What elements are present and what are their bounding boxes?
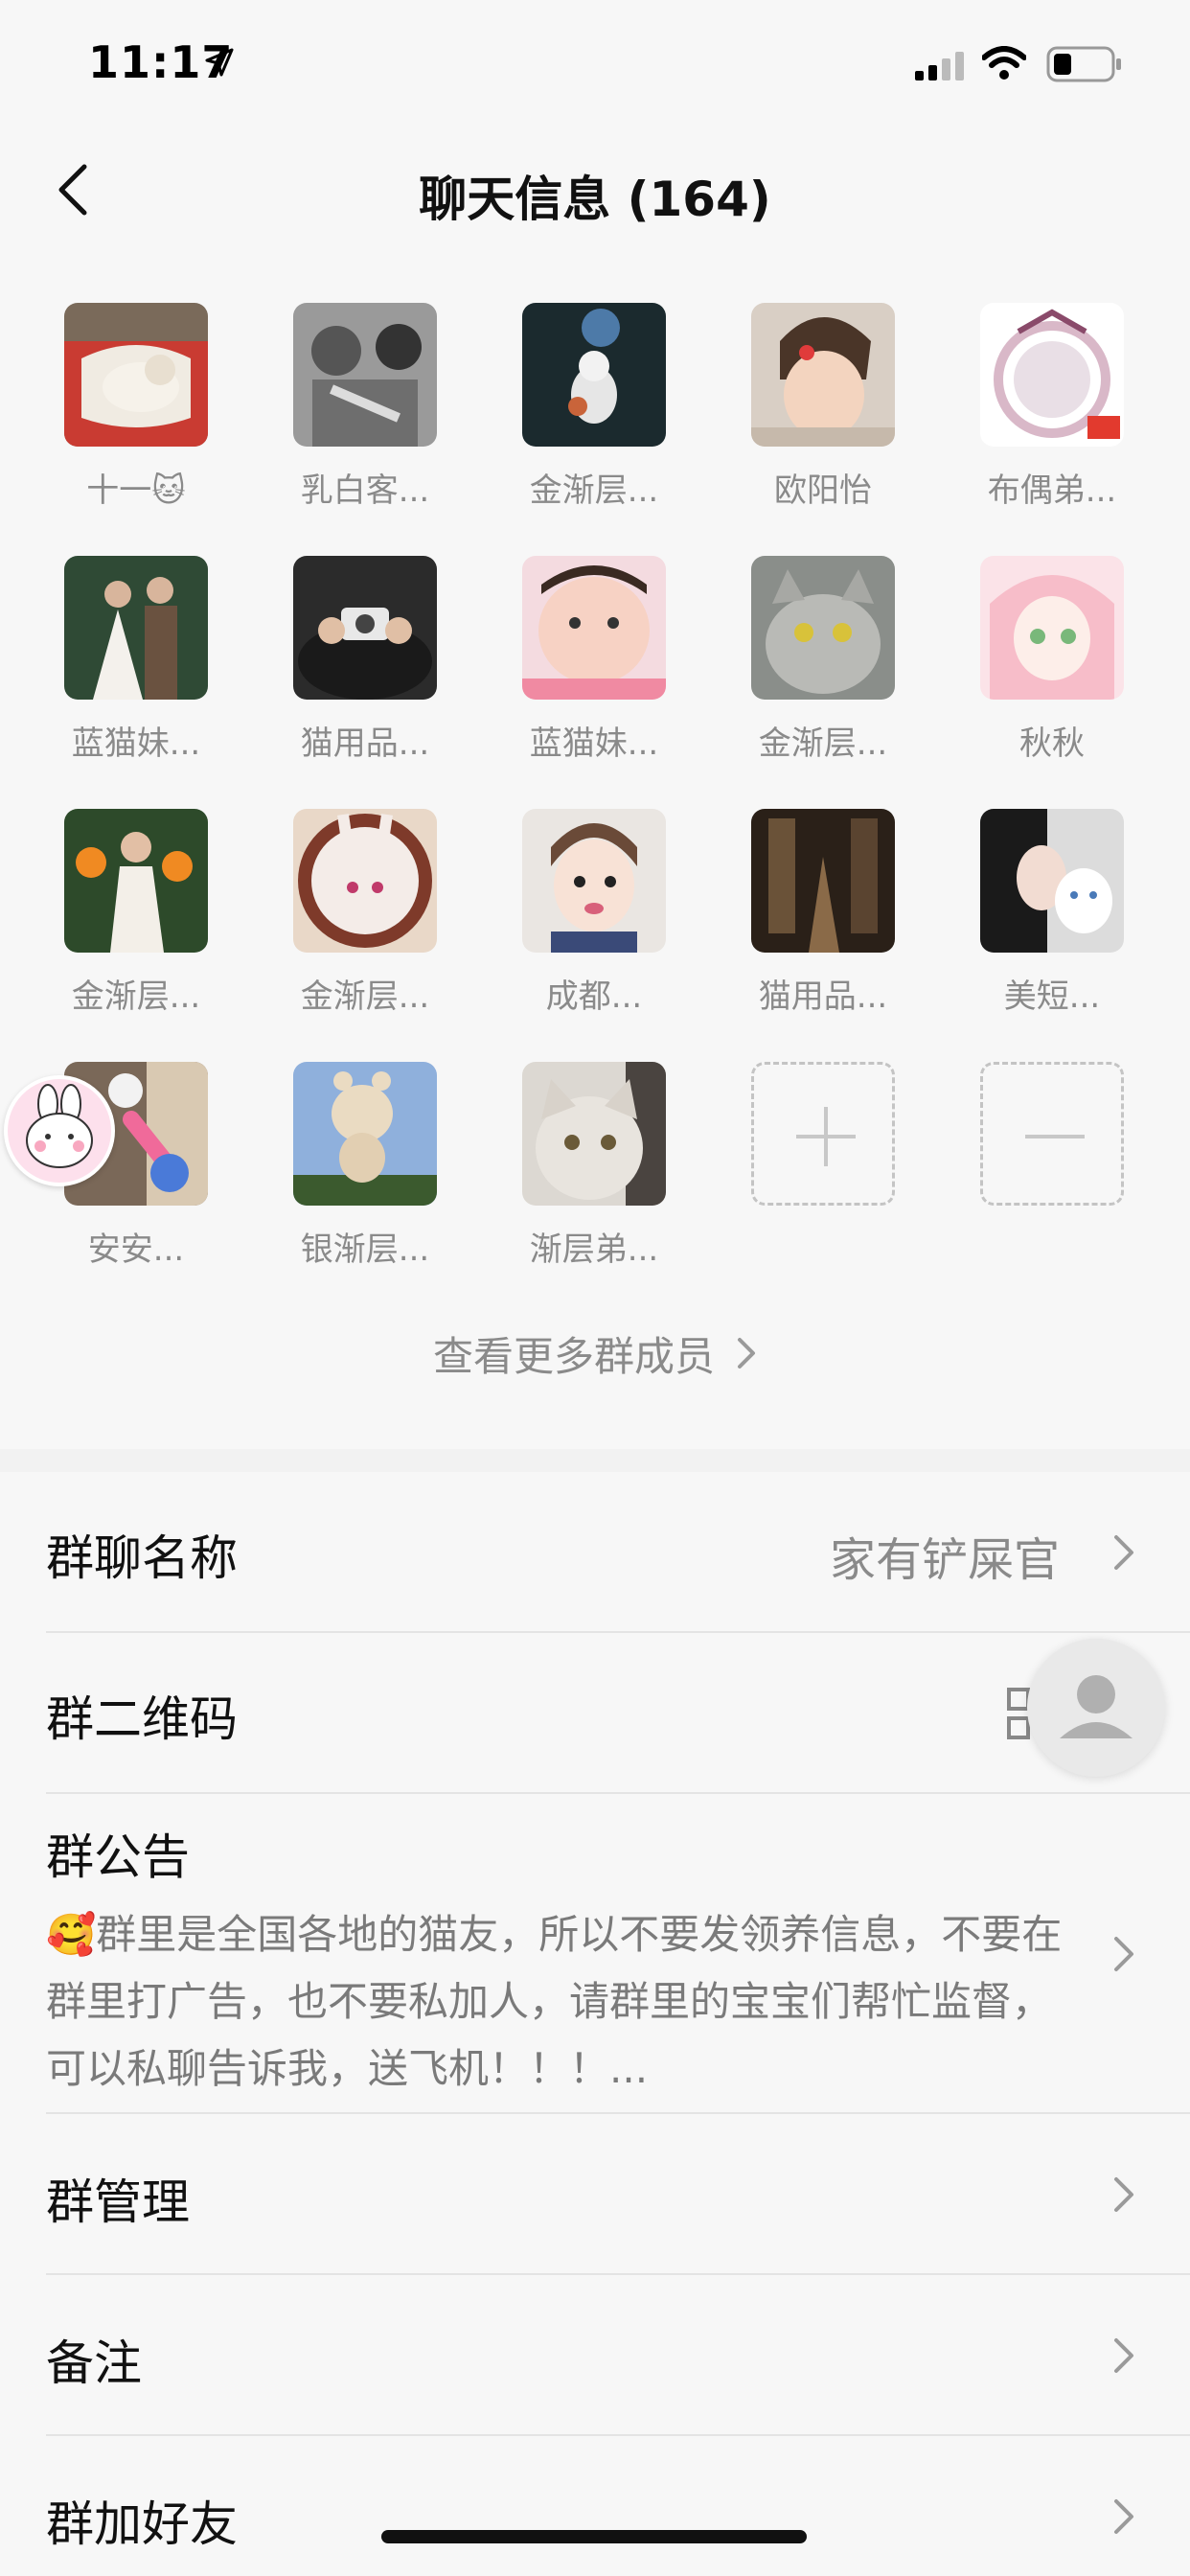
member-name: 秋秋 (1019, 724, 1085, 763)
member-name: 猫用品... (300, 724, 430, 763)
member-item[interactable]: 秋秋 (961, 556, 1143, 776)
battery-icon (1046, 46, 1121, 82)
member-avatar[interactable] (293, 303, 437, 447)
member-item[interactable]: 猫用品... (732, 809, 914, 1029)
member-name: 成都... (545, 978, 643, 1016)
member-name: 猫用品... (758, 978, 888, 1016)
member-name: 金渐层... (71, 978, 201, 1016)
member-avatar[interactable] (522, 1062, 666, 1206)
nav-bar: 聊天信息 (164) (0, 126, 1190, 251)
member-item[interactable]: 蓝猫妹... (503, 556, 685, 776)
add-friends-label: 群加好友 (46, 2496, 238, 2552)
member-name: 美短... (1003, 978, 1101, 1016)
wifi-icon (982, 46, 1026, 80)
member-grid: 十一🐱 乳白客... 金渐层... 欧阳怡 布偶弟... 蓝猫妹... 猫用品.… (0, 251, 1190, 1449)
member-name: 十一🐱 (86, 472, 186, 510)
chat-info-page: 11:17 聊天信息 (164) 十一🐱 乳白客... 金渐层... 欧阳怡 布… (0, 0, 1190, 2576)
view-more-members-link[interactable]: 查看更多群成员 (0, 1324, 1190, 1383)
person-icon (1060, 1675, 1133, 1738)
member-item[interactable]: 欧阳怡 (732, 303, 914, 523)
member-name: 金渐层... (529, 472, 659, 510)
add-member-item[interactable] (732, 1062, 914, 1282)
floating-avatar-button[interactable] (1027, 1639, 1165, 1777)
member-item[interactable]: 金渐层... (732, 556, 914, 776)
settings-list: 群聊名称 家有铲屎官 群二维码 群公告 🥰群里是全国各地的猫友，所以不要发领养信… (0, 1472, 1190, 2576)
chevron-right-icon (1114, 2499, 1133, 2534)
page-title: 聊天信息 (164) (419, 172, 771, 227)
floating-sticker-icon[interactable] (4, 1075, 115, 1186)
member-avatar[interactable] (980, 556, 1124, 700)
chevron-right-icon (1114, 1937, 1133, 1971)
member-name: 银渐层... (300, 1230, 430, 1269)
group-qr-row[interactable]: 群二维码 (46, 1633, 1190, 1794)
member-name: 蓝猫妹... (529, 724, 659, 763)
member-avatar[interactable] (64, 809, 208, 953)
member-name: 蓝猫妹... (71, 724, 201, 763)
member-item[interactable]: 金渐层... (45, 809, 227, 1029)
member-avatar[interactable] (293, 809, 437, 953)
member-item[interactable]: 渐层弟... (503, 1062, 685, 1282)
group-notice-row[interactable]: 群公告 🥰群里是全国各地的猫友，所以不要发领养信息，不要在群里打广告，也不要私加… (46, 1794, 1190, 2114)
member-item[interactable]: 金渐层... (503, 303, 685, 523)
status-bar: 11:17 (0, 0, 1190, 126)
member-avatar[interactable] (980, 303, 1124, 447)
member-item[interactable]: 十一🐱 (45, 303, 227, 523)
member-avatar[interactable] (751, 809, 895, 953)
member-item[interactable]: 猫用品... (274, 556, 456, 776)
member-item[interactable]: 乳白客... (274, 303, 456, 523)
member-name: 渐层弟... (529, 1230, 659, 1269)
group-name-label: 群聊名称 (46, 1530, 238, 1586)
member-item[interactable]: 金渐层... (274, 809, 456, 1029)
add-friends-row[interactable]: 群加好友 (46, 2436, 1190, 2576)
group-notice-text: 🥰群里是全国各地的猫友，所以不要发领养信息，不要在群里打广告，也不要私加人，请群… (46, 1911, 1063, 2092)
member-item[interactable]: 银渐层... (274, 1062, 456, 1282)
member-item[interactable]: 蓝猫妹... (45, 556, 227, 776)
group-name-row[interactable]: 群聊名称 家有铲屎官 (46, 1472, 1190, 1633)
member-name: 乳白客... (300, 472, 430, 510)
member-avatar[interactable] (522, 303, 666, 447)
remark-row[interactable]: 备注 (46, 2275, 1190, 2436)
member-name: 金渐层... (300, 978, 430, 1016)
member-avatar[interactable] (293, 556, 437, 700)
member-item[interactable]: 成都... (503, 809, 685, 1029)
member-avatar[interactable] (980, 809, 1124, 953)
member-avatar[interactable] (293, 1062, 437, 1206)
group-qr-label: 群二维码 (46, 1691, 238, 1747)
group-manage-row[interactable]: 群管理 (46, 2114, 1190, 2275)
member-avatar[interactable] (522, 556, 666, 700)
add-member-button[interactable] (751, 1062, 895, 1206)
chevron-right-icon (736, 1333, 757, 1380)
group-manage-label: 群管理 (46, 2174, 190, 2230)
member-avatar[interactable] (751, 303, 895, 447)
group-notice-label: 群公告 (46, 1829, 190, 1885)
member-item[interactable]: 美短... (961, 809, 1143, 1029)
member-item[interactable]: 布偶弟... (961, 303, 1143, 523)
member-avatar[interactable] (64, 556, 208, 700)
location-arrow-icon (205, 48, 234, 77)
chevron-right-icon (1114, 1535, 1133, 1570)
chevron-right-icon (1114, 2338, 1133, 2373)
remove-member-item[interactable] (961, 1062, 1143, 1282)
remark-label: 备注 (46, 2335, 142, 2391)
member-avatar[interactable] (751, 556, 895, 700)
cellular-signal-icon (915, 52, 964, 80)
member-name: 安安... (87, 1230, 185, 1269)
member-avatar[interactable] (522, 809, 666, 953)
member-name: 金渐层... (758, 724, 888, 763)
member-name: 布偶弟... (987, 472, 1117, 510)
member-avatar[interactable] (64, 303, 208, 447)
view-more-members-label: 查看更多群成员 (432, 1333, 715, 1380)
chevron-right-icon (1114, 2177, 1133, 2212)
group-name-value: 家有铲屎官 (829, 1533, 1060, 1587)
remove-member-button[interactable] (980, 1062, 1124, 1206)
home-indicator[interactable] (381, 2530, 807, 2543)
member-name: 欧阳怡 (774, 472, 872, 510)
